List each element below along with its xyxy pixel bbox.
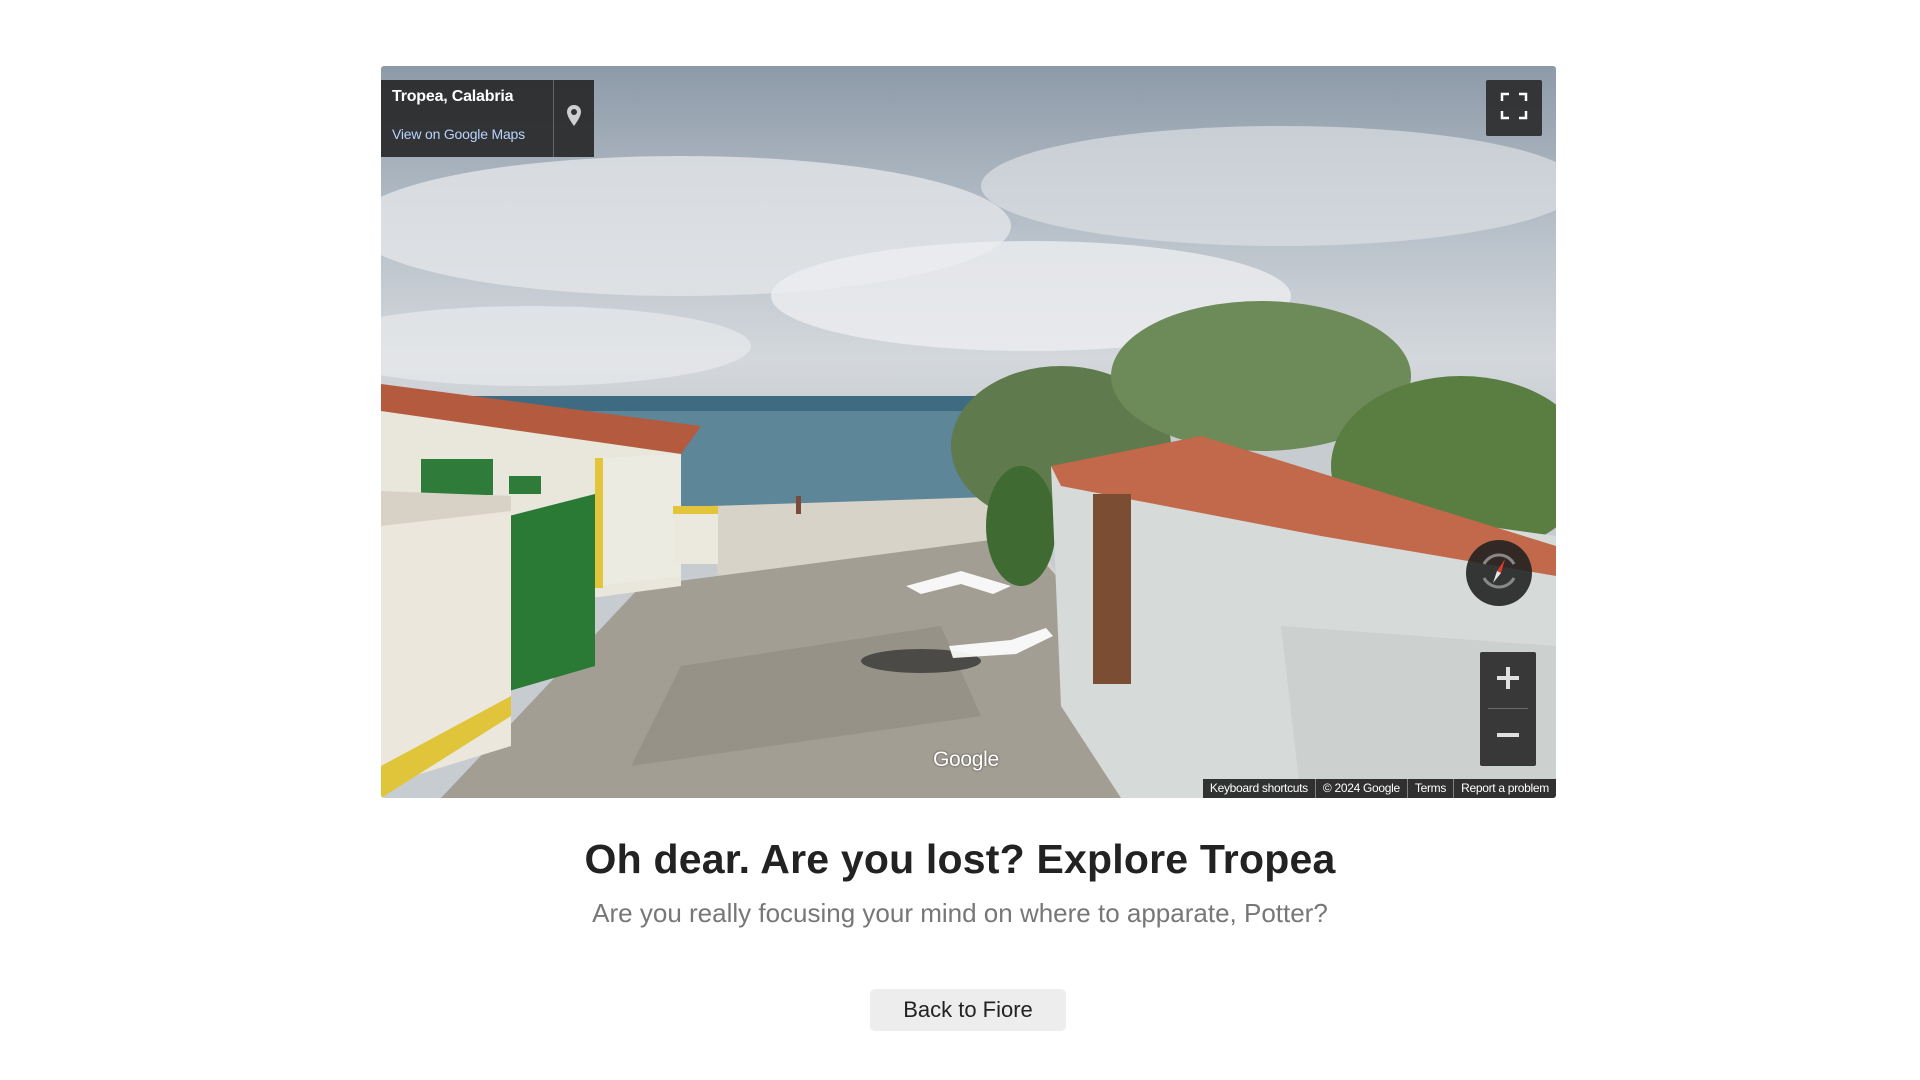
zoom-out-button[interactable] <box>1480 709 1536 765</box>
page-headline: Oh dear. Are you lost? Explore Tropea <box>584 836 1336 882</box>
fullscreen-button[interactable] <box>1486 80 1542 136</box>
keyboard-shortcuts-link[interactable]: Keyboard shortcuts <box>1203 779 1315 798</box>
terms-link[interactable]: Terms <box>1406 779 1453 798</box>
map-pin-button[interactable] <box>553 80 594 157</box>
back-to-fiore-button[interactable]: Back to Fiore <box>870 989 1066 1031</box>
report-problem-link[interactable]: Report a problem <box>1453 779 1556 798</box>
google-watermark: Google <box>933 748 999 771</box>
compass-button[interactable] <box>1466 540 1532 606</box>
zoom-controls <box>1480 652 1536 766</box>
plus-icon <box>1495 665 1521 696</box>
compass-icon <box>1474 546 1524 601</box>
location-info-card: Tropea, Calabria View on Google Maps <box>381 80 594 157</box>
page-subheading: Are you really focusing your mind on whe… <box>592 898 1328 928</box>
copyright-text: © 2024 Google <box>1314 779 1407 798</box>
zoom-in-button[interactable] <box>1480 652 1536 708</box>
fullscreen-icon <box>1500 92 1528 125</box>
street-view-panel[interactable]: Tropea, Calabria View on Google Maps Goo… <box>381 66 1556 798</box>
map-footer-bar: Keyboard shortcuts © 2024 Google Terms R… <box>1202 779 1556 798</box>
street-view-panorama[interactable] <box>381 66 1556 798</box>
view-on-google-maps-link[interactable]: View on Google Maps <box>392 126 553 142</box>
map-pin-icon <box>566 104 582 133</box>
place-name: Tropea, Calabria <box>392 88 514 105</box>
minus-icon <box>1495 722 1521 753</box>
